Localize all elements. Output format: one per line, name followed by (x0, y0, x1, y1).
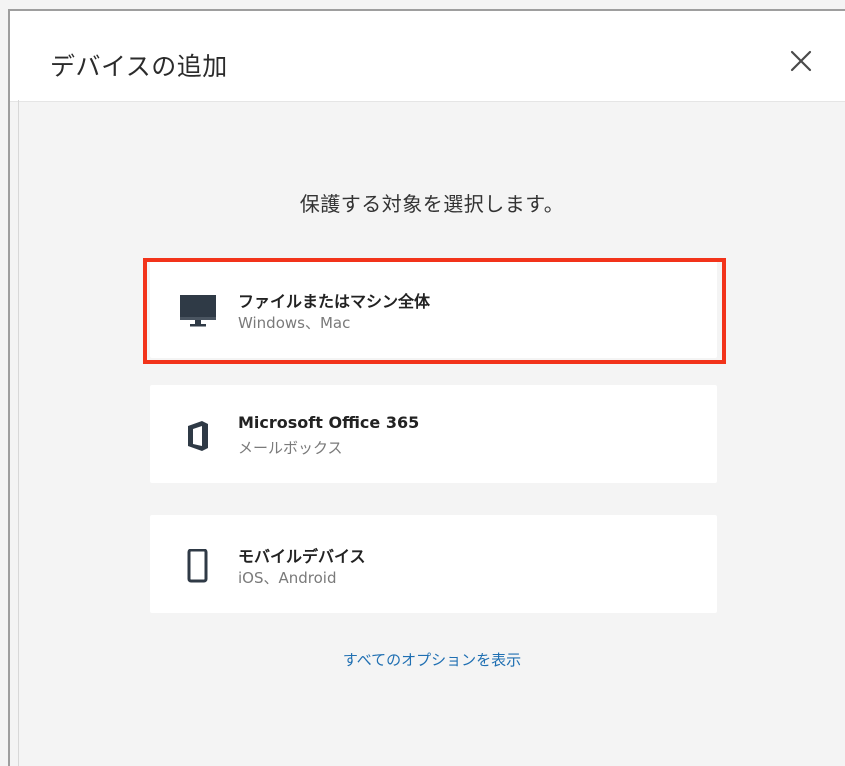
dialog-title: デバイスの追加 (50, 52, 228, 81)
option-label: モバイルデバイス (238, 547, 366, 566)
option-sub: iOS、Android (238, 569, 337, 587)
option-sub: メールボックス (238, 439, 343, 457)
mobile-phone-icon (178, 548, 218, 583)
option-label: Microsoft Office 365 (238, 413, 420, 432)
show-all-options-link[interactable]: すべてのオプションを表示 (19, 649, 845, 670)
app-window: デバイスの追加 保護する対象を選択します。 ファイルまたはマシン全体 Windo… (0, 0, 845, 766)
option-office-365[interactable]: Microsoft Office 365 メールボックス (150, 385, 717, 483)
dialog-header: デバイスの追加 (10, 11, 845, 102)
dialog-body: 保護する対象を選択します。 ファイルまたはマシン全体 Windows、Mac M… (19, 102, 845, 766)
office-icon (178, 419, 218, 453)
selection-prompt: 保護する対象を選択します。 (299, 192, 565, 216)
close-button[interactable] (787, 47, 815, 75)
option-mobile-device[interactable]: モバイルデバイス iOS、Android (150, 515, 717, 613)
close-icon (790, 50, 812, 72)
selection-highlight (143, 258, 726, 364)
window-edge-left (8, 9, 10, 766)
